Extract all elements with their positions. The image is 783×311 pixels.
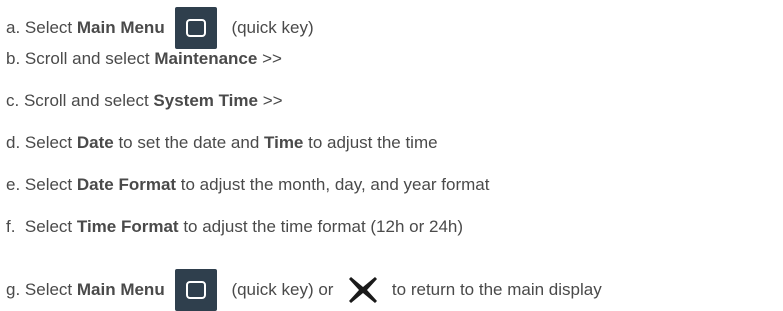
step-f: f. Select Time Format to adjust the time… xyxy=(6,217,463,237)
step-d-suffix: to adjust the time xyxy=(303,133,438,152)
step-d-middle: to set the date and xyxy=(113,133,265,152)
step-b-suffix: >> xyxy=(257,49,282,68)
step-c-prefix: c. Scroll and select xyxy=(6,91,154,110)
step-f-time-format-label: Time Format xyxy=(76,217,179,236)
step-a-suffix: (quick key) xyxy=(226,18,314,37)
step-d-time-label: Time xyxy=(264,133,304,152)
step-d-prefix: d. Select xyxy=(6,133,77,152)
step-c: c. Scroll and select System Time >> xyxy=(6,91,283,111)
step-e: e. Select Date Format to adjust the mont… xyxy=(6,175,489,195)
step-b-prefix: b. Scroll and select xyxy=(6,49,155,68)
step-g-main-menu-label: Main Menu xyxy=(76,280,165,299)
step-f-suffix: to adjust the time format (12h or 24h) xyxy=(178,217,464,236)
step-d: d. Select Date to set the date and Time … xyxy=(6,133,438,153)
step-d-date-label: Date xyxy=(76,133,114,152)
step-c-system-time-label: System Time xyxy=(153,91,258,110)
instruction-list: a. Select Main Menu (quick key) b. Scrol… xyxy=(0,0,783,311)
step-e-date-format-label: Date Format xyxy=(76,175,177,194)
step-e-suffix: to adjust the month, day, and year forma… xyxy=(176,175,490,194)
step-g: g. Select Main Menu (quick key) or to re… xyxy=(6,269,602,311)
main-menu-key-icon xyxy=(174,7,217,49)
close-x-icon xyxy=(349,277,378,303)
step-c-suffix: >> xyxy=(257,91,283,110)
step-a: a. Select Main Menu (quick key) xyxy=(6,7,314,49)
step-g-suffix: to return to the main display xyxy=(387,280,602,299)
step-b-maintenance-label: Maintenance xyxy=(154,49,258,68)
step-a-prefix: a. Select xyxy=(6,18,77,37)
step-f-prefix: f. Select xyxy=(6,217,77,236)
step-g-middle: (quick key) or xyxy=(226,280,339,299)
step-b: b. Scroll and select Maintenance >> xyxy=(6,49,282,69)
step-g-prefix: g. Select xyxy=(6,280,77,299)
step-e-prefix: e. Select xyxy=(6,175,77,194)
main-menu-key-icon xyxy=(174,269,217,311)
step-a-main-menu-label: Main Menu xyxy=(76,18,165,37)
